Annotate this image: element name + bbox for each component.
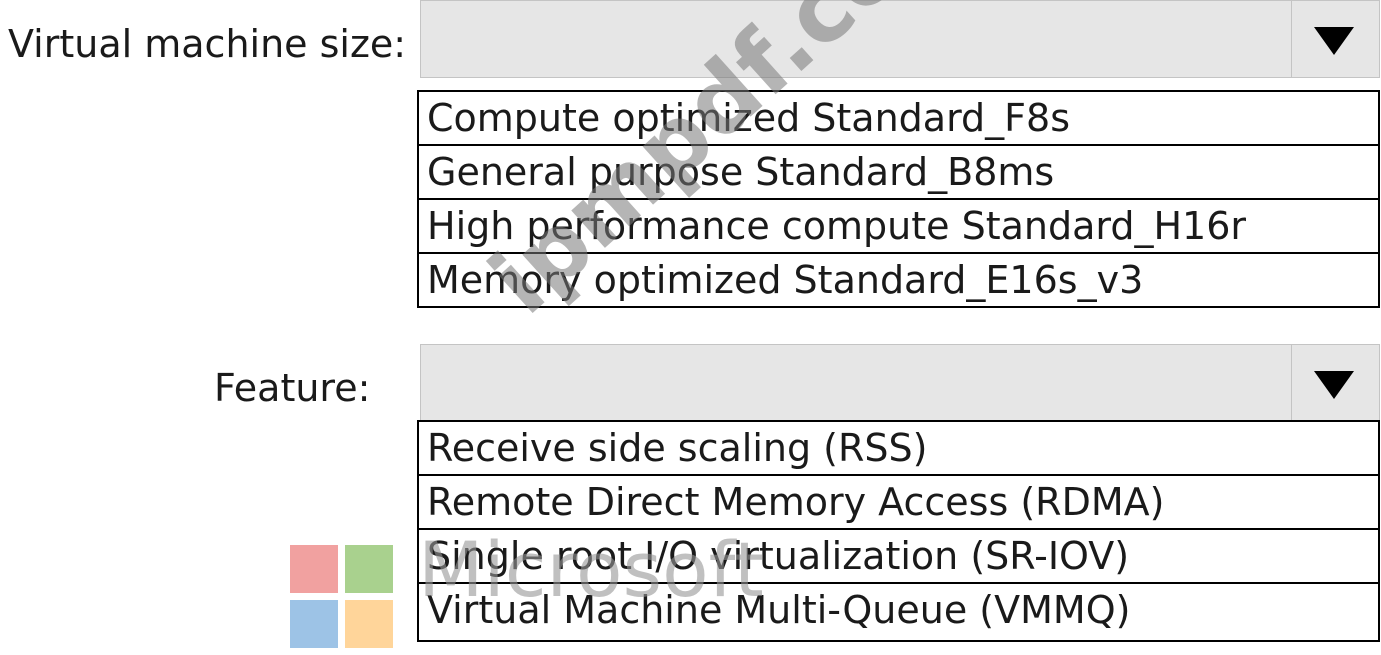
feature-option-rss[interactable]: Receive side scaling (RSS) [419,422,1378,476]
vm-size-dropdown[interactable] [420,0,1380,78]
vm-size-option-general-purpose[interactable]: General purpose Standard_B8ms [419,146,1378,200]
logo-square-red [290,545,338,593]
feature-option-rdma[interactable]: Remote Direct Memory Access (RDMA) [419,476,1378,530]
vm-size-option-list: Compute optimized Standard_F8s General p… [417,90,1380,308]
chevron-down-icon [1314,27,1354,55]
feature-dropdown-toggle[interactable] [1291,345,1379,421]
vm-size-option-high-performance[interactable]: High performance compute Standard_H16r [419,200,1378,254]
chevron-down-icon [1314,371,1354,399]
logo-square-yellow [345,600,393,648]
vm-size-option-compute-optimized[interactable]: Compute optimized Standard_F8s [419,92,1378,146]
vm-size-label: Virtual machine size: [8,22,407,66]
logo-square-green [345,545,393,593]
vm-size-dropdown-toggle[interactable] [1291,1,1379,77]
feature-label: Feature: [214,366,371,410]
feature-dropdown[interactable] [420,344,1380,422]
feature-option-vmmq[interactable]: Virtual Machine Multi-Queue (VMMQ) [419,584,1378,638]
logo-square-blue [290,600,338,648]
microsoft-logo-icon [290,545,400,655]
vm-size-option-memory-optimized[interactable]: Memory optimized Standard_E16s_v3 [419,254,1378,308]
feature-option-sr-iov[interactable]: Single root I/O virtualization (SR-IOV) [419,530,1378,584]
feature-option-list: Receive side scaling (RSS) Remote Direct… [417,420,1380,642]
